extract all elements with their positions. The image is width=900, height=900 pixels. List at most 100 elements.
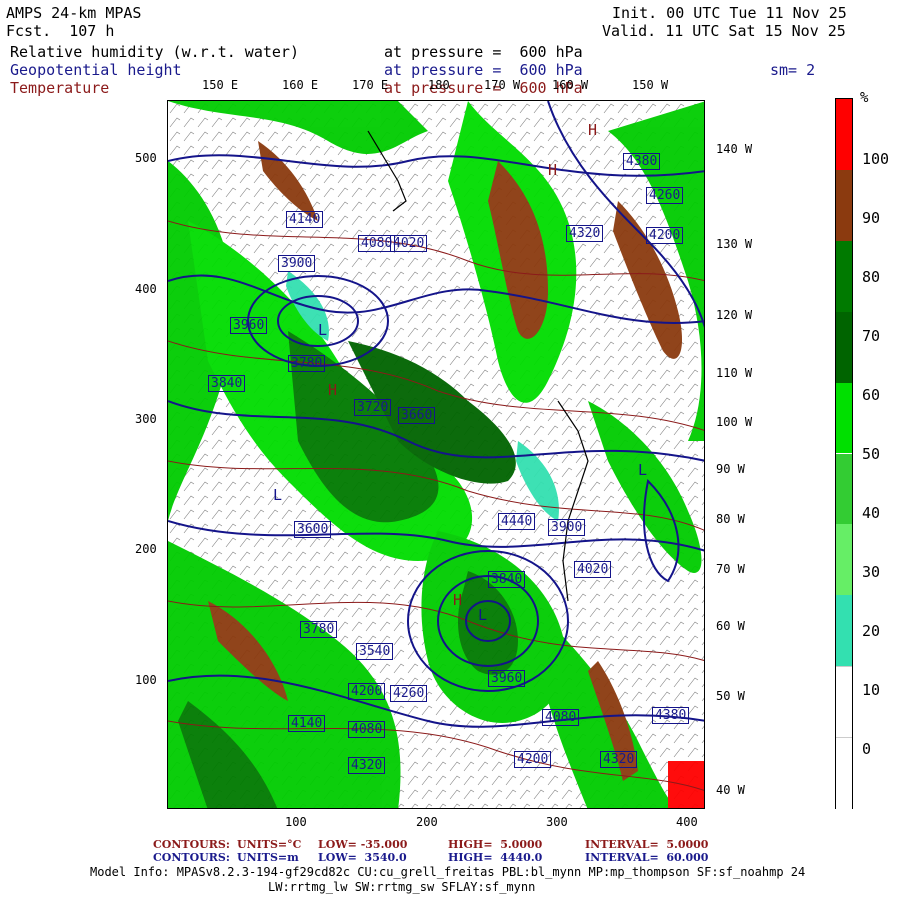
lon-label-right: 110 W xyxy=(716,366,753,380)
field-rh-name: Relative humidity (w.r.t. water) xyxy=(10,43,299,61)
colorbar-segment xyxy=(836,595,852,667)
height-contour-label: 4320 xyxy=(600,751,638,768)
colorbar-segment xyxy=(836,666,852,739)
height-contour-label: 4320 xyxy=(566,225,604,242)
high-pressure-marker: H xyxy=(548,161,558,179)
colorbar-label: 0 xyxy=(862,740,872,758)
forecast-hour: Fcst. 107 h xyxy=(6,22,115,40)
height-contour-label: 4140 xyxy=(286,211,324,228)
model-info-2: LW:rrtmg_lw SW:rrtmg_sw SFLAY:sf_mynn xyxy=(268,880,536,894)
height-contour-label: 4080 xyxy=(542,709,580,726)
height-contour-label: 3540 xyxy=(356,643,394,660)
height-contour-label: 4380 xyxy=(652,707,690,724)
lon-label-top: 180 xyxy=(428,78,450,92)
init-time: Init. 00 UTC Tue 11 Nov 25 xyxy=(612,4,847,22)
colorbar-segment xyxy=(836,382,852,454)
field-rh-level: at pressure = 600 hPa xyxy=(384,43,583,61)
colorbar xyxy=(835,98,853,809)
height-contour-high: HIGH= 4440.0 xyxy=(448,851,543,864)
high-pressure-marker: H xyxy=(328,381,338,399)
colorbar-segment xyxy=(836,240,852,312)
lon-label-top: 160 E xyxy=(282,78,319,92)
lon-label-right: 100 W xyxy=(716,415,753,429)
colorbar-segment xyxy=(836,311,852,383)
y-tick-label: 300 xyxy=(135,412,157,426)
lon-label-top: 160 W xyxy=(552,78,589,92)
height-contour-label: 3840 xyxy=(208,375,246,392)
height-contour-label: 3780 xyxy=(288,355,326,372)
lon-label-right: 130 W xyxy=(716,237,753,251)
low-pressure-marker: L xyxy=(273,486,283,504)
colorbar-label: 10 xyxy=(862,681,881,699)
height-contour-label: 4380 xyxy=(623,153,661,170)
lon-label-top: 170 W xyxy=(484,78,521,92)
height-contour-label: 4440 xyxy=(498,513,536,530)
temp-contour-units: UNITS=°C xyxy=(237,838,302,851)
x-tick-label: 400 xyxy=(676,815,698,829)
high-pressure-marker: H xyxy=(453,591,463,609)
lon-label-right: 80 W xyxy=(716,512,745,526)
colorbar-segment xyxy=(836,99,852,170)
y-tick-label: 500 xyxy=(135,151,157,165)
y-tick-label: 100 xyxy=(135,673,157,687)
height-contour-label: 4200 xyxy=(514,751,552,768)
field-temp-name: Temperature xyxy=(10,79,110,97)
height-contour-label: 4140 xyxy=(288,715,326,732)
height-contour-label: 4260 xyxy=(390,685,428,702)
height-contour-label: 4080 xyxy=(348,721,386,738)
height-contour-label: 3600 xyxy=(294,521,332,538)
low-pressure-marker: L xyxy=(638,461,648,479)
x-tick-label: 200 xyxy=(416,815,438,829)
model-info: Model Info: MPASv8.2.3-194-gf29cd82c CU:… xyxy=(90,865,806,879)
high-pressure-marker: H xyxy=(588,121,598,139)
lon-label-right: 140 W xyxy=(716,142,753,156)
colorbar-segment xyxy=(836,453,852,525)
height-contour-label: 3900 xyxy=(548,519,586,536)
height-contour-low: LOW= 3540.0 xyxy=(318,851,407,864)
height-contour-label: 4020 xyxy=(574,561,612,578)
height-contour-label: 4200 xyxy=(348,683,386,700)
colorbar-label: 30 xyxy=(862,563,881,581)
model-title: AMPS 24-km MPAS xyxy=(6,4,142,22)
lon-label-right: 70 W xyxy=(716,562,745,576)
temp-contour-low: LOW= -35.000 xyxy=(318,838,408,851)
smoothing-label: sm= 2 xyxy=(770,61,816,79)
lon-label-top: 170 E xyxy=(352,78,389,92)
height-contour-label: 3960 xyxy=(488,670,526,687)
height-contour-label: 3960 xyxy=(230,317,268,334)
colorbar-segment xyxy=(836,737,852,809)
colorbar-label: 80 xyxy=(862,268,881,286)
lon-label-right: 40 W xyxy=(716,783,745,797)
x-tick-label: 300 xyxy=(546,815,568,829)
lon-label-right: 90 W xyxy=(716,462,745,476)
colorbar-label: 70 xyxy=(862,327,881,345)
height-contour-label: 3900 xyxy=(278,255,316,272)
height-contour-label: 4320 xyxy=(348,757,386,774)
lon-label-top: 150 E xyxy=(202,78,239,92)
x-tick-label: 100 xyxy=(285,815,307,829)
valid-time: Valid. 11 UTC Sat 15 Nov 25 xyxy=(602,22,846,40)
field-height-level: at pressure = 600 hPa xyxy=(384,61,583,79)
temp-contour-high: HIGH= 5.0000 xyxy=(448,838,543,851)
colorbar-label: 20 xyxy=(862,622,881,640)
colorbar-unit: % xyxy=(860,90,869,106)
height-contour-label: 3780 xyxy=(300,621,338,638)
height-contour-prefix: CONTOURS: xyxy=(153,851,230,864)
y-tick-label: 200 xyxy=(135,542,157,556)
map-field-svg xyxy=(168,101,704,808)
lon-label-right: 50 W xyxy=(716,689,745,703)
map-panel: 4380 4260 4200 4320 4140 4080 4020 3900 3960 3780… xyxy=(167,100,705,809)
colorbar-segment xyxy=(836,169,852,241)
colorbar-label: 60 xyxy=(862,386,881,404)
field-height-name: Geopotential height xyxy=(10,61,182,79)
colorbar-label: 100 xyxy=(862,150,890,168)
height-contour-units: UNITS=m xyxy=(237,851,299,864)
temp-contour-prefix: CONTOURS: xyxy=(153,838,230,851)
height-contour-label: 3660 xyxy=(398,407,436,424)
lon-label-right: 60 W xyxy=(716,619,745,633)
lon-label-top: 150 W xyxy=(632,78,669,92)
height-contour-interval: INTERVAL= 60.000 xyxy=(585,851,709,864)
height-contour-label: 3720 xyxy=(354,399,392,416)
height-contour-label: 4260 xyxy=(646,187,684,204)
height-contour-label: 4020 xyxy=(390,235,428,252)
